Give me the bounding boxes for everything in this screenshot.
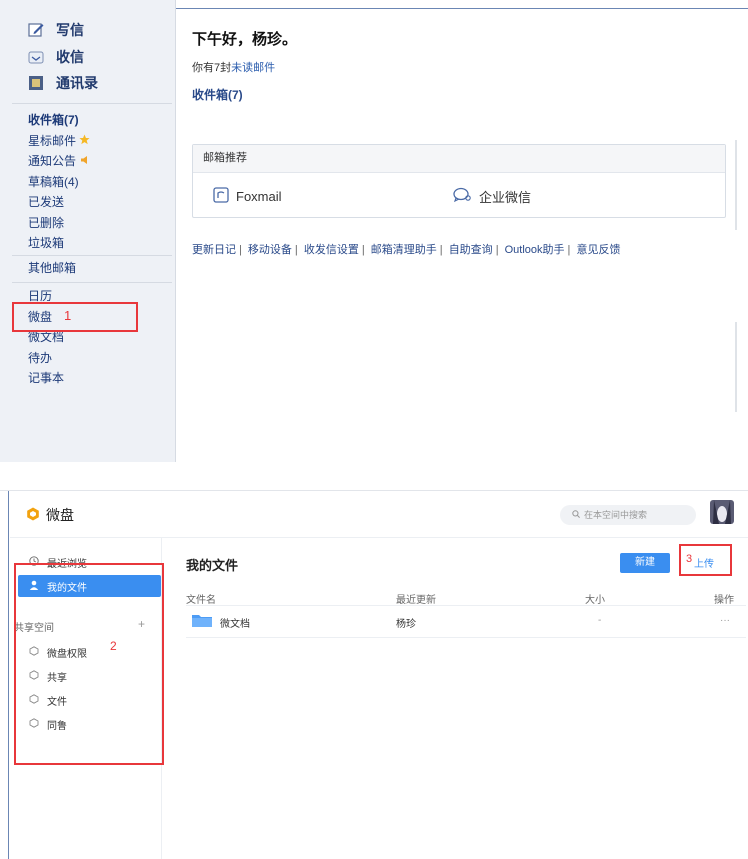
footer-links: 更新日记 | 移动设备 | 收发信设置 | 邮箱清理助手 | 自助查询 | Outlook…: [192, 241, 620, 257]
annotation-box-1: [12, 302, 138, 332]
footer-link-changelog[interactable]: 更新日记: [192, 244, 236, 256]
star-icon: [79, 131, 90, 152]
right-edge-scrollbar[interactable]: [735, 322, 737, 412]
sidebar-divider: [12, 103, 172, 104]
folder-spam-label: 垃圾箱: [28, 236, 65, 250]
folder-drafts-label: 草稿箱(4): [28, 174, 79, 189]
folder-deleted-label: 已删除: [28, 215, 65, 230]
col-header-name[interactable]: 文件名: [186, 591, 216, 606]
app-notes-label: 记事本: [28, 371, 65, 385]
compose-button[interactable]: 写信: [28, 20, 84, 40]
right-edge-scrollbar[interactable]: [735, 140, 737, 230]
app-todo[interactable]: 待办: [28, 348, 64, 369]
greeting-name: 杨珍。: [252, 31, 298, 48]
table-divider: [186, 637, 746, 638]
mail-window: 写信 收信 通讯录 收件箱(7) 星标邮件 通知公告 草稿箱(4) 已发送 已删…: [0, 0, 748, 462]
inbox-summary-link[interactable]: 收件箱(7): [192, 86, 243, 103]
speaker-icon: [80, 151, 90, 172]
annotation-label-2: 2: [110, 639, 117, 653]
folder-inbox[interactable]: 收件箱(7): [28, 110, 90, 131]
col-header-size[interactable]: 大小: [585, 591, 605, 606]
footer-separator: |: [439, 244, 443, 256]
wecom-label: 企业微信: [479, 190, 532, 205]
folder-notices-label: 通知公告: [28, 154, 77, 168]
footer-link-selfhelp[interactable]: 自助查询: [449, 244, 493, 256]
weipan-logo-icon: [26, 507, 40, 524]
folder-inbox-label: 收件箱(7): [28, 113, 79, 127]
pencil-icon: [28, 22, 44, 38]
file-size: -: [598, 615, 602, 626]
new-button[interactable]: 新建: [620, 553, 670, 573]
file-name[interactable]: 微文档: [220, 615, 250, 630]
footer-link-mobile[interactable]: 移动设备: [248, 244, 292, 256]
app-todo-label: 待办: [28, 350, 53, 365]
footer-separator: |: [361, 244, 365, 256]
search-placeholder: 在本空间中搜索: [584, 510, 648, 520]
file-more-actions[interactable]: ···: [720, 615, 730, 626]
sidebar-divider: [12, 255, 172, 256]
footer-separator: |: [239, 244, 242, 256]
unread-summary: 你有7封未读邮件: [192, 59, 275, 75]
weipan-window: 微盘 在本空间中搜索 最近浏览 我的文件 共享空间 + 微盘权限 共享 文件 同…: [0, 490, 748, 859]
folder-starred-label: 星标邮件: [28, 133, 77, 148]
other-mailbox-link[interactable]: 其他邮箱: [28, 258, 76, 279]
folder-sent[interactable]: 已发送: [28, 192, 90, 213]
weipan-app-name: 微盘: [46, 507, 74, 523]
footer-separator: |: [294, 244, 298, 256]
greeting-prefix: 下午好，: [192, 31, 253, 48]
weipan-search-input[interactable]: 在本空间中搜索: [560, 505, 696, 525]
wecom-link[interactable]: 企业微信: [453, 187, 531, 206]
app-notes[interactable]: 记事本: [28, 368, 64, 389]
search-icon: [572, 505, 580, 525]
annotation-label-3: 3: [686, 553, 693, 565]
wecom-icon: [453, 187, 473, 206]
footer-separator: |: [567, 244, 571, 256]
folder-list: 收件箱(7) 星标邮件 通知公告 草稿箱(4) 已发送 已删除 垃圾箱: [28, 110, 90, 254]
user-avatar[interactable]: [710, 500, 734, 524]
folder-deleted[interactable]: 已删除: [28, 213, 90, 234]
greeting: 下午好，杨珍。: [192, 28, 297, 49]
receive-label: 收信: [56, 49, 84, 65]
col-header-updated[interactable]: 最近更新: [396, 591, 436, 606]
footer-link-cleanup[interactable]: 邮箱清理助手: [371, 244, 437, 256]
contacts-icon: [28, 75, 44, 91]
file-updated: 杨珍: [396, 619, 416, 630]
footer-link-settings[interactable]: 收发信设置: [304, 244, 359, 256]
contacts-button[interactable]: 通讯录: [28, 73, 98, 93]
folder-icon: [192, 613, 212, 630]
folder-notices[interactable]: 通知公告: [28, 151, 90, 172]
receive-button[interactable]: 收信: [28, 47, 84, 67]
annotation-box-2: [14, 563, 164, 765]
footer-link-feedback[interactable]: 意见反馈: [576, 244, 620, 256]
page-title: 我的文件: [186, 558, 239, 573]
inbox-icon: [28, 49, 44, 65]
foxmail-icon: [213, 187, 229, 206]
weipan-logo[interactable]: 微盘: [26, 505, 74, 525]
sidebar-divider: [12, 282, 172, 283]
recommend-panel: 邮箱推荐 Foxmail 企业微信: [192, 144, 726, 218]
col-header-actions: 操作: [714, 595, 734, 606]
folder-spam[interactable]: 垃圾箱: [28, 233, 90, 254]
footer-link-outlook[interactable]: Outlook助手: [505, 244, 565, 256]
unread-mail-link[interactable]: 未读邮件: [231, 62, 275, 74]
unread-prefix: 你有7封: [192, 62, 232, 74]
folder-sent-label: 已发送: [28, 195, 65, 209]
compose-label: 写信: [56, 22, 84, 38]
weipan-left-edge: [0, 491, 9, 859]
weipan-header: 微盘 在本空间中搜索: [10, 491, 748, 538]
footer-separator: |: [495, 244, 499, 256]
annotation-label-1: 1: [64, 308, 72, 323]
folder-drafts[interactable]: 草稿箱(4): [28, 172, 90, 193]
mail-top-divider: [176, 8, 748, 9]
mail-sidebar: 写信 收信 通讯录 收件箱(7) 星标邮件 通知公告 草稿箱(4) 已发送 已删…: [0, 0, 176, 462]
contacts-label: 通讯录: [56, 75, 98, 91]
folder-starred[interactable]: 星标邮件: [28, 131, 90, 152]
recommend-header: 邮箱推荐: [193, 145, 725, 173]
table-divider: [186, 605, 746, 606]
foxmail-label: Foxmail: [236, 189, 282, 204]
other-mailbox-label: 其他邮箱: [28, 261, 77, 275]
foxmail-link[interactable]: Foxmail: [213, 187, 282, 206]
